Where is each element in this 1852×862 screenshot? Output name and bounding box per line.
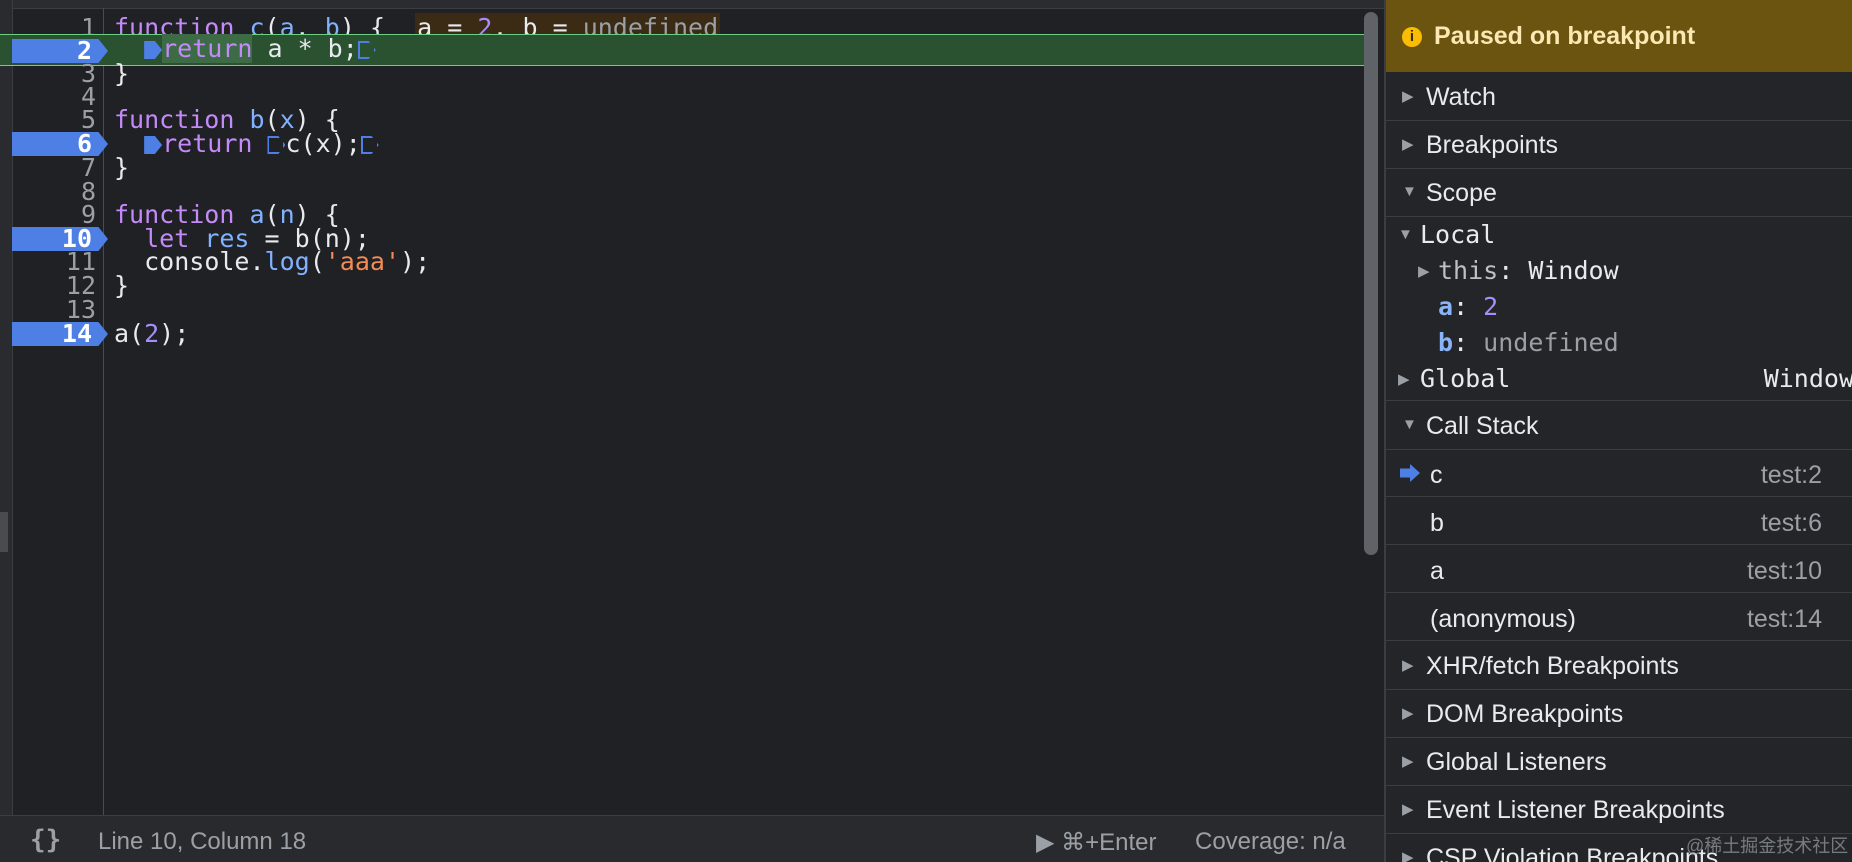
section-title: CSP Violation Breakpoints (1426, 844, 1719, 862)
breakpoint-marker[interactable]: 14 (12, 322, 108, 346)
expand-triangle-icon: ▶ (1398, 371, 1410, 388)
inline-breakpoint-icon[interactable] (144, 136, 163, 154)
inline-breakpoint-icon[interactable] (144, 41, 163, 59)
scope-local[interactable]: ▼ Local (1386, 218, 1852, 254)
inline-breakpoint-icon[interactable] (267, 136, 286, 154)
resize-handle[interactable] (0, 512, 8, 552)
frame-location[interactable]: test:14 (1747, 605, 1822, 634)
frame-name: a (1430, 557, 1444, 585)
section-scope[interactable]: ▼ Scope (1386, 168, 1852, 217)
section-title: XHR/fetch Breakpoints (1426, 652, 1679, 680)
run-snippet-button[interactable]: ▶ ⌘+Enter (1036, 828, 1157, 857)
section-title: Watch (1426, 83, 1496, 111)
scope-global-value: Window (1763, 364, 1852, 393)
code-text: return a * b; (114, 34, 376, 63)
inline-breakpoint-icon[interactable] (360, 136, 379, 154)
expand-triangle-icon: ▶ (1402, 136, 1414, 153)
cursor-position: Line 10, Column 18 (98, 828, 307, 855)
scope-global-label: Global (1420, 364, 1511, 393)
section-breakpoints[interactable]: ▶ Breakpoints (1386, 120, 1852, 169)
inline-breakpoint-icon[interactable] (357, 41, 376, 59)
expand-triangle-icon: ▶ (1402, 657, 1414, 674)
coverage-status: Coverage: n/a (1195, 828, 1346, 855)
frame-name: b (1430, 509, 1444, 537)
watermark: @稀土掘金技术社区 (1686, 836, 1849, 856)
call-frame[interactable]: c test:2 (1386, 449, 1852, 497)
frame-location[interactable]: test:2 (1761, 461, 1822, 490)
section-xhr-breakpoints[interactable]: ▶ XHR/fetch Breakpoints (1386, 641, 1852, 690)
paused-message: Paused on breakpoint (1434, 22, 1696, 50)
expand-triangle-icon: ▶ (1402, 753, 1414, 770)
paused-banner: i Paused on breakpoint (1386, 0, 1852, 72)
pretty-print-button[interactable]: {} (30, 825, 61, 855)
expand-triangle-icon: ▶ (1402, 705, 1414, 722)
info-icon: i (1402, 27, 1422, 47)
call-frame[interactable]: b test:6 (1386, 497, 1852, 545)
call-frame[interactable]: (anonymous) test:14 (1386, 593, 1852, 641)
frame-location[interactable]: test:6 (1761, 509, 1822, 538)
collapse-triangle-icon: ▼ (1402, 416, 1417, 433)
expand-triangle-icon: ▶ (1402, 849, 1414, 862)
section-title: DOM Breakpoints (1426, 700, 1624, 728)
code-line: 14 a(2); (0, 320, 1372, 348)
debugger-sidebar: i Paused on breakpoint ▶ Watch ▶ Breakpo… (1384, 0, 1852, 862)
collapse-triangle-icon: ▼ (1402, 183, 1417, 200)
editor-status-bar: {} Line 10, Column 18 ▶ ⌘+Enter Coverage… (0, 815, 1384, 862)
scope-var-entry: b: undefined (1438, 328, 1619, 357)
section-title: Global Listeners (1426, 748, 1607, 776)
collapse-triangle-icon: ▼ (1398, 226, 1413, 243)
code-text: a(2); (114, 319, 190, 348)
call-frame[interactable]: a test:10 (1386, 545, 1852, 593)
scope-var-entry: a: 2 (1438, 292, 1499, 321)
editor-top-edge (0, 0, 1384, 9)
scope-local-label: Local (1420, 220, 1496, 249)
frame-name: (anonymous) (1430, 605, 1576, 633)
frame-location[interactable]: test:10 (1747, 557, 1822, 586)
scope-this[interactable]: ▶ this: Window (1386, 254, 1852, 290)
section-watch[interactable]: ▶ Watch (1386, 72, 1852, 121)
section-global-listeners[interactable]: ▶ Global Listeners (1386, 737, 1852, 786)
editor-scrollbar[interactable] (1364, 12, 1378, 555)
section-event-listener-breakpoints[interactable]: ▶ Event Listener Breakpoints (1386, 785, 1852, 834)
expand-triangle-icon: ▶ (1402, 88, 1414, 105)
scope-var-a[interactable]: a: 2 (1386, 290, 1852, 326)
section-dom-breakpoints[interactable]: ▶ DOM Breakpoints (1386, 689, 1852, 738)
section-title: Scope (1426, 179, 1497, 207)
section-title: Call Stack (1426, 412, 1539, 440)
expand-triangle-icon: ▶ (1418, 263, 1430, 280)
section-title: Breakpoints (1426, 131, 1559, 159)
frame-name: c (1430, 461, 1443, 489)
scope-this-entry: this: Window (1438, 256, 1619, 285)
devtools-sources-panel: 1 function c(a, b) { a = 2, b = undefine… (0, 0, 1852, 862)
section-call-stack[interactable]: ▼ Call Stack (1386, 400, 1852, 450)
section-title: Event Listener Breakpoints (1426, 796, 1725, 824)
current-frame-arrow-icon (1400, 464, 1420, 482)
code-editor[interactable]: 1 function c(a, b) { a = 2, b = undefine… (0, 0, 1384, 815)
expand-triangle-icon: ▶ (1402, 801, 1414, 818)
scope-var-b[interactable]: b: undefined (1386, 326, 1852, 362)
scope-global[interactable]: ▶ Global Window (1386, 362, 1852, 398)
